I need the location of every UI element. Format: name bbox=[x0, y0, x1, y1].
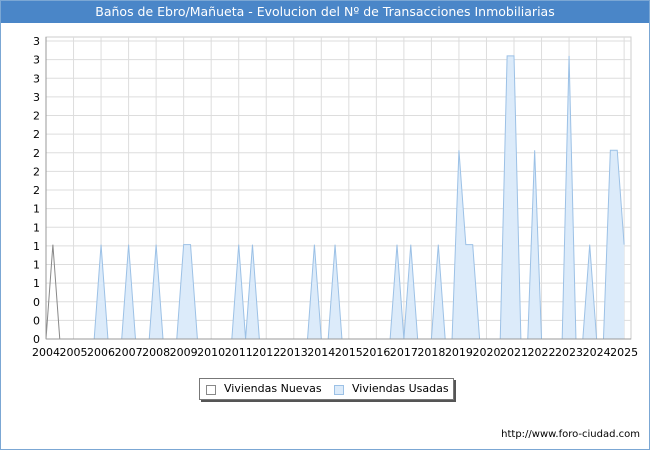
legend-swatch-usadas bbox=[334, 385, 344, 395]
x-tick-label: 2010 bbox=[197, 346, 225, 359]
y-tick-label: 1 bbox=[33, 259, 40, 272]
y-tick-label: 1 bbox=[33, 203, 40, 216]
x-tick-label: 2009 bbox=[170, 346, 198, 359]
x-tick-label: 2018 bbox=[417, 346, 445, 359]
x-tick-label: 2006 bbox=[87, 346, 115, 359]
y-tick-label: 1 bbox=[33, 221, 40, 234]
legend-label-nuevas: Viviendas Nuevas bbox=[224, 382, 322, 395]
y-axis-ticks: 0 0 0 1 1 1 1 1 2 2 2 2 2 3 3 3 3 bbox=[33, 35, 40, 346]
x-tick-label: 2021 bbox=[500, 346, 528, 359]
x-tick-label: 2007 bbox=[115, 346, 143, 359]
x-tick-label: 2012 bbox=[252, 346, 280, 359]
x-tick-label: 2025 bbox=[610, 346, 638, 359]
y-tick-label: 3 bbox=[33, 54, 40, 67]
x-tick-label: 2022 bbox=[528, 346, 556, 359]
chart-frame: Baños de Ebro/Mañueta - Evolucion del Nº… bbox=[0, 0, 650, 450]
y-tick-label: 2 bbox=[33, 165, 40, 178]
x-tick-label: 2016 bbox=[362, 346, 390, 359]
y-tick-label: 2 bbox=[33, 184, 40, 197]
y-tick-label: 1 bbox=[33, 240, 40, 253]
legend-label-usadas: Viviendas Usadas bbox=[352, 382, 449, 395]
x-tick-label: 2014 bbox=[307, 346, 335, 359]
x-axis-ticks: 2004 2005 2006 2007 2008 2009 2010 2011 2012 2013… bbox=[32, 346, 638, 359]
x-tick-label: 2005 bbox=[60, 346, 88, 359]
y-tick-label: 0 bbox=[33, 314, 40, 327]
x-tick-label: 2013 bbox=[280, 346, 308, 359]
y-tick-label: 2 bbox=[33, 147, 40, 160]
footer-url[interactable]: http://www.foro-ciudad.com bbox=[501, 429, 640, 440]
x-tick-label: 2023 bbox=[555, 346, 583, 359]
x-tick-label: 2024 bbox=[583, 346, 611, 359]
x-tick-label: 2011 bbox=[225, 346, 253, 359]
y-tick-label: 3 bbox=[33, 35, 40, 48]
y-tick-label: 2 bbox=[33, 128, 40, 141]
y-tick-label: 2 bbox=[33, 110, 40, 123]
x-tick-label: 2008 bbox=[142, 346, 170, 359]
x-tick-label: 2020 bbox=[472, 346, 500, 359]
x-tick-label: 2019 bbox=[445, 346, 473, 359]
y-tick-label: 3 bbox=[33, 72, 40, 85]
y-tick-label: 0 bbox=[33, 296, 40, 309]
legend-swatch-nuevas bbox=[206, 385, 216, 395]
y-tick-label: 1 bbox=[33, 277, 40, 290]
x-tick-label: 2017 bbox=[390, 346, 418, 359]
chart-legend: Viviendas Nuevas Viviendas Usadas bbox=[199, 378, 454, 400]
y-tick-label: 3 bbox=[33, 91, 40, 104]
y-tick-label: 0 bbox=[33, 333, 40, 346]
x-tick-label: 2015 bbox=[335, 346, 363, 359]
x-tick-label: 2004 bbox=[32, 346, 60, 359]
